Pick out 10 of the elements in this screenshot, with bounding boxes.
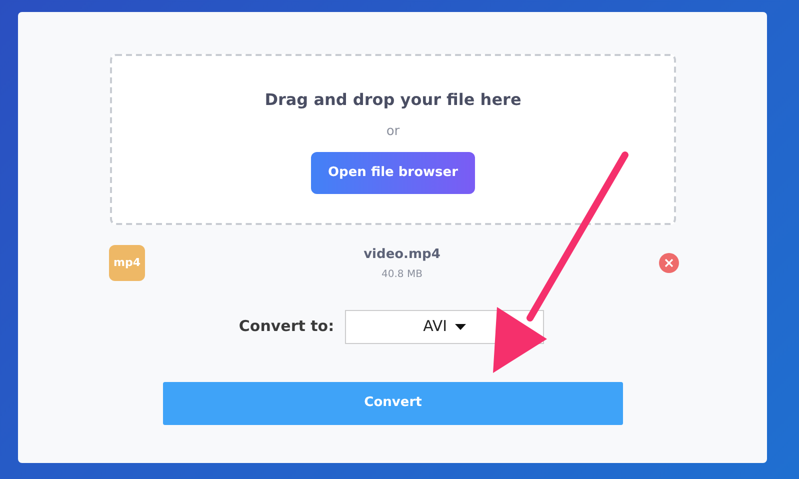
- drop-zone-title: Drag and drop your file here: [264, 89, 522, 111]
- open-file-browser-button[interactable]: Open file browser: [310, 152, 475, 194]
- file-size: 40.8 MB: [382, 268, 422, 282]
- file-type-icon: mp4: [109, 245, 145, 282]
- caret-icon: [455, 324, 466, 330]
- file-name: video.mp4: [364, 246, 440, 264]
- remove-icon[interactable]: [659, 253, 679, 274]
- separator-text: or: [386, 123, 400, 141]
- convert-to-label: Convert to:: [238, 316, 334, 338]
- drop-zone[interactable]: Drag and drop your file here or Open file browser: [110, 54, 676, 225]
